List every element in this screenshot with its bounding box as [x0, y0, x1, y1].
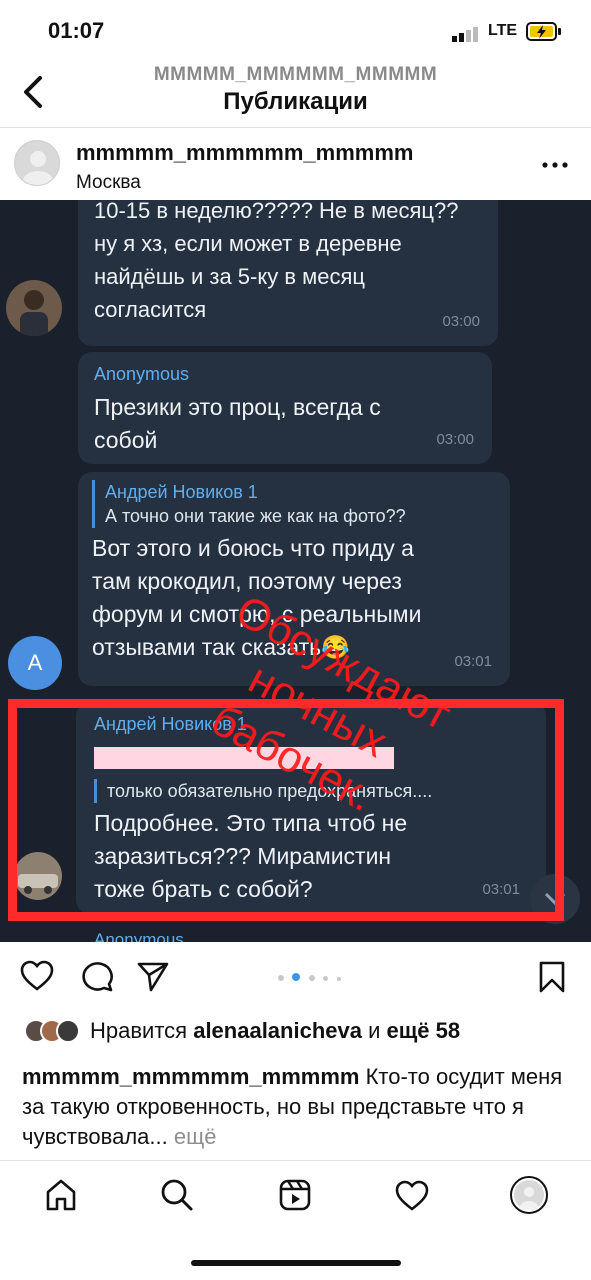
- share-icon[interactable]: [136, 960, 170, 992]
- home-indicator: [191, 1260, 401, 1266]
- carousel-dot-active: [292, 973, 301, 981]
- message-sender: Anonymous: [94, 364, 190, 384]
- page-title: Публикации: [223, 88, 368, 115]
- carousel-indicator: [276, 968, 343, 986]
- more-dots-icon[interactable]: [540, 150, 570, 180]
- battery-charging-icon: [526, 22, 561, 41]
- likes-prefix: Нравится: [90, 1018, 194, 1043]
- carousel-dot: [278, 975, 284, 981]
- likes-row[interactable]: Нравится alenaalanicheva и ещё 58: [24, 1016, 460, 1046]
- chat-message: Anonymous Презики это проц, всегда с соб…: [78, 352, 492, 464]
- network-label: LTE: [488, 22, 518, 39]
- reels-icon[interactable]: [278, 1178, 312, 1212]
- carousel-dot: [308, 975, 315, 981]
- activity-heart-icon[interactable]: [395, 1180, 429, 1212]
- quote-text: А точно они такие же как на фото??: [105, 506, 406, 526]
- caption-more-link[interactable]: ещё: [174, 1124, 217, 1149]
- bookmark-icon[interactable]: [538, 960, 566, 994]
- profile-tab[interactable]: [510, 1176, 548, 1214]
- sender-avatar-letter: A: [8, 636, 62, 690]
- post-image-chat-screenshot[interactable]: 10-15 в неделю????? Не в месяц?? ну я хз…: [0, 200, 591, 942]
- message-time: 03:00: [442, 313, 480, 330]
- caption-username[interactable]: mmmmm_mmmmmm_mmmmm: [22, 1064, 359, 1089]
- heart-icon[interactable]: [20, 960, 54, 992]
- carousel-dot: [336, 977, 341, 981]
- home-icon[interactable]: [44, 1178, 78, 1212]
- quote-author: Андрей Новиков 1: [105, 482, 258, 502]
- likes-count[interactable]: ещё 58: [387, 1018, 461, 1044]
- post-caption: mmmmm_mmmmmm_mmmmm Кто-то осудит меня за…: [22, 1062, 572, 1152]
- carousel-dot: [323, 976, 329, 981]
- person-photo-icon: [20, 290, 48, 336]
- liker-username[interactable]: alenaalanicheva: [193, 1018, 362, 1044]
- sender-avatar: [6, 280, 62, 336]
- search-icon[interactable]: [160, 1178, 194, 1212]
- message-text: 10-15 в неделю????? Не в месяц?? ну я хз…: [94, 200, 459, 322]
- liker-avatar: [56, 1019, 80, 1043]
- chat-message: 10-15 в неделю????? Не в месяц?? ну я хз…: [78, 200, 498, 346]
- message-time: 03:01: [454, 653, 492, 670]
- header-divider: [0, 127, 591, 128]
- signal-icon: [452, 27, 478, 42]
- post-username[interactable]: mmmmm_mmmmmm_mmmmm: [76, 140, 413, 166]
- comment-icon[interactable]: [80, 960, 114, 992]
- highlight-box: [8, 699, 564, 921]
- default-avatar-icon: [23, 151, 53, 185]
- post-avatar[interactable]: [14, 140, 60, 186]
- status-time: 01:07: [48, 18, 105, 43]
- message-time: 03:00: [436, 431, 474, 448]
- post-location[interactable]: Москва: [76, 172, 141, 194]
- reply-quote: Андрей Новиков 1 А точно они такие же ка…: [92, 480, 496, 528]
- partial-sender: Anonymous: [94, 930, 184, 942]
- likes-middle: и: [361, 1018, 387, 1043]
- profile-icon: [514, 1180, 544, 1213]
- message-text: Презики это проц, всегда с собой: [94, 394, 381, 453]
- header-username: MMMMM_MMMMMM_MMMMM: [153, 64, 438, 85]
- tabbar-divider: [0, 1160, 591, 1161]
